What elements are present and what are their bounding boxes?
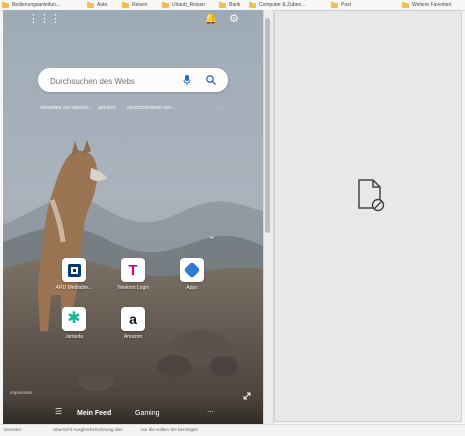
tile-apps[interactable]: Apps (166, 258, 218, 291)
bookmark-label: Auto (97, 2, 108, 8)
bottom-item: Ubersicht Ausgleichsrechnung.xlsx (53, 427, 123, 432)
tile-label: Jameda (65, 334, 83, 340)
bookmark-item[interactable]: Reisen (122, 0, 148, 10)
jameda-icon: ✱ (62, 307, 86, 331)
folder-icon (2, 1, 9, 8)
tab-gaming[interactable]: Gaming (135, 410, 160, 417)
more-links-icon[interactable]: ... (217, 105, 221, 111)
tile-ard[interactable]: ARD Mediathe... (48, 258, 100, 291)
bookmark-label: Post (341, 2, 352, 8)
search-input[interactable] (48, 73, 172, 89)
quick-links: verwalten von dateisc... autofact synchr… (40, 105, 235, 117)
bookmark-label: Computer & Zuben... (259, 2, 306, 8)
microphone-icon[interactable] (181, 74, 193, 86)
bookmark-item[interactable]: Computer & Zuben... (249, 0, 305, 10)
folder-icon (162, 1, 169, 8)
new-tab-page: ⋮⋮⋮ 🔔 ⚙ verwalten von dateisc... autofac… (3, 10, 263, 425)
browser-window: Bedienungsanleitun... Auto Reisen Urlaub… (0, 0, 465, 436)
bookmark-item[interactable]: Urlaub_Reisen (162, 0, 205, 10)
bookmark-label: Urlaub_Reisen (172, 2, 206, 8)
bookmark-label: Bank (229, 2, 241, 8)
grid-icon[interactable]: ⋯ (207, 408, 214, 416)
folder-icon (219, 1, 226, 8)
tile-label: Amazon (123, 334, 143, 340)
search-icon[interactable] (205, 74, 217, 86)
vertical-scrollbar[interactable] (263, 10, 274, 425)
bell-icon[interactable]: 🔔 (204, 14, 218, 25)
folder-icon (122, 1, 129, 8)
bottom-bar: Demeter Ubersicht Ausgleichsrechnung.xls… (0, 424, 465, 436)
amazon-icon: a (121, 307, 145, 331)
bookmark-item[interactable]: Bank (219, 0, 240, 10)
tile-amazon[interactable]: a Amazon (107, 307, 159, 340)
folder-icon (331, 1, 338, 8)
blocked-document-icon (358, 179, 385, 212)
feed-bar: ☰ Mein Feed Gaming ⋯ (3, 397, 263, 425)
bookmark-item[interactable]: Bedienungsanleitun... (2, 0, 60, 10)
scroll-thumb[interactable] (265, 18, 270, 233)
bookmark-label: Bedienungsanleitun... (12, 2, 61, 8)
bookmark-item[interactable]: Weitere Favoriten (402, 0, 451, 10)
folder-icon (402, 1, 409, 8)
bookmark-label: Weitere Favoriten (412, 2, 452, 8)
tab-mein-feed[interactable]: Mein Feed (77, 410, 111, 417)
tile-label: ARD Mediathe... (55, 285, 93, 291)
chevron-up-icon[interactable]: ⌃ (208, 235, 216, 246)
apps-grid-icon[interactable]: ⋮⋮⋮ (28, 14, 61, 25)
telekom-icon: T (121, 258, 145, 282)
bookmark-label: Reisen (132, 2, 148, 8)
bookmark-item[interactable]: Auto (87, 0, 107, 10)
menu-icon[interactable]: ☰ (55, 407, 62, 416)
folder-icon (249, 1, 256, 8)
folder-icon (87, 1, 94, 8)
apps-icon (180, 258, 204, 282)
tile-telekom[interactable]: T Telekom Login (107, 258, 159, 291)
tile-jameda[interactable]: ✱ Jameda (48, 307, 100, 340)
quick-link[interactable]: autofact (98, 105, 116, 111)
impressum-link[interactable]: Impressum (10, 390, 32, 395)
bookmark-item[interactable]: Post (331, 0, 351, 10)
ard-icon (62, 258, 86, 282)
search-box[interactable] (38, 68, 228, 92)
quick-link[interactable]: verwalten von dateisc... (40, 105, 92, 111)
bottom-item: nur die sollten Sie beruhigen (141, 427, 199, 432)
gear-icon[interactable]: ⚙ (229, 14, 239, 25)
quick-link[interactable]: synchronisieren von... (127, 105, 176, 111)
bottom-item: Demeter (4, 427, 22, 432)
right-panel (274, 10, 462, 422)
tile-label: Telekom Login (116, 285, 150, 291)
tile-label: Apps (186, 285, 198, 291)
